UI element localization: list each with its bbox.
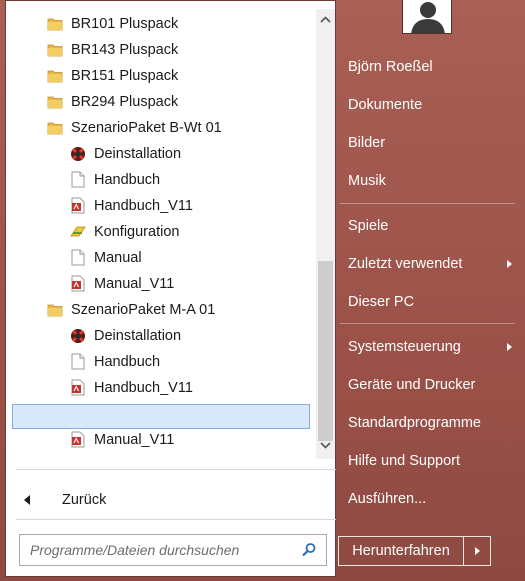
places-item[interactable]: Björn Roeßel — [348, 56, 433, 78]
divider — [340, 323, 515, 324]
program-item[interactable]: Handbuch — [69, 349, 160, 374]
program-item[interactable]: Deinstallation — [69, 323, 181, 348]
item-label: Handbuch — [94, 171, 161, 188]
item-label: SzenarioPaket B-Wt 01 — [71, 119, 222, 136]
program-item[interactable]: Handbuch_V11 — [69, 193, 193, 218]
item-label: BR143 Pluspack — [71, 41, 179, 58]
item-label: BR294 Pluspack — [71, 93, 179, 110]
folder-icon — [46, 67, 64, 85]
item-label: Deinstallation — [94, 327, 182, 344]
folder-item[interactable]: SzenarioPaket M-A 01 — [46, 297, 215, 322]
uninstall-icon — [69, 145, 87, 163]
background-window-ghost — [489, 60, 525, 520]
start-menu-programs-panel: BR101 Pluspack BR143 Pluspack BR151 Pluspa… — [5, 0, 336, 577]
scrollbar[interactable] — [316, 9, 335, 459]
folder-icon — [46, 41, 64, 59]
program-tree: BR101 Pluspack BR143 Pluspack BR151 Pluspa… — [11, 9, 311, 459]
search-input[interactable] — [28, 541, 292, 559]
places-item[interactable]: Standardprogramme — [348, 412, 481, 434]
document-icon — [69, 171, 87, 189]
places-item[interactable]: Dieser PC — [348, 291, 414, 313]
document-icon — [69, 249, 87, 267]
places-item[interactable]: Musik — [348, 170, 386, 192]
config-icon — [69, 223, 87, 241]
folder-item[interactable]: BR151 Pluspack — [46, 63, 178, 88]
shutdown-button[interactable]: Herunterfahren — [339, 537, 464, 565]
places-item[interactable]: Geräte und Drucker — [348, 374, 475, 396]
places-item[interactable]: Systemsteuerung — [348, 336, 461, 358]
pdf-icon — [69, 197, 87, 215]
back-button[interactable]: Zurück — [20, 489, 106, 511]
item-label: Manual_V11 — [94, 275, 175, 292]
user-avatar[interactable] — [402, 0, 452, 34]
back-arrow-icon — [24, 495, 30, 505]
pdf-icon — [69, 431, 87, 449]
program-item[interactable]: Deinstallation — [69, 141, 181, 166]
program-item[interactable]: Handbuch — [69, 167, 160, 192]
places-item[interactable]: Dokumente — [348, 94, 422, 116]
places-item[interactable]: Ausführen... — [348, 488, 426, 510]
folder-item[interactable]: SzenarioPaket B-Wt 01 — [46, 115, 222, 140]
program-item[interactable]: Manual_V11 — [69, 271, 174, 296]
program-item[interactable]: Manual — [69, 245, 142, 270]
chevron-right-icon — [507, 260, 512, 268]
folder-icon — [46, 15, 64, 33]
back-label: Zurück — [62, 492, 107, 508]
item-label: Deinstallation — [94, 145, 182, 162]
places-item[interactable]: Bilder — [348, 132, 385, 154]
search-box[interactable] — [19, 534, 327, 566]
item-label: Manual_V11 — [94, 431, 175, 448]
folder-icon — [46, 93, 64, 111]
folder-icon — [46, 301, 64, 319]
pdf-icon — [69, 379, 87, 397]
folder-icon — [46, 119, 64, 137]
places-item[interactable]: Spiele — [348, 215, 388, 237]
scrollbar-thumb[interactable] — [318, 261, 333, 441]
scroll-up-arrow-icon[interactable] — [316, 9, 335, 29]
document-icon — [69, 353, 87, 371]
divider — [16, 469, 336, 470]
item-label: BR151 Pluspack — [71, 67, 179, 84]
program-item[interactable]: Handbuch_V11 — [69, 375, 193, 400]
program-item[interactable]: Manual_V11 — [69, 427, 174, 452]
folder-item[interactable]: BR143 Pluspack — [46, 37, 178, 62]
places-item[interactable]: Hilfe und Support — [348, 450, 460, 472]
chevron-right-icon — [507, 343, 512, 351]
divider — [340, 203, 515, 204]
item-label: Manual — [94, 249, 142, 266]
chevron-right-icon — [474, 547, 480, 555]
item-label: Handbuch — [94, 353, 161, 370]
item-label: Handbuch_V11 — [94, 379, 193, 396]
program-item[interactable]: Konfiguration — [69, 219, 179, 244]
folder-item[interactable]: BR294 Pluspack — [46, 89, 178, 114]
item-label: Handbuch_V11 — [94, 197, 193, 214]
scroll-down-arrow-icon[interactable] — [316, 435, 335, 455]
item-label: BR101 Pluspack — [71, 15, 179, 32]
shutdown-button-group: Herunterfahren — [338, 536, 491, 566]
divider — [16, 519, 336, 520]
shutdown-options-button[interactable] — [464, 537, 490, 565]
uninstall-icon — [69, 327, 87, 345]
item-label: SzenarioPaket M-A 01 — [71, 301, 216, 318]
search-icon[interactable] — [301, 542, 317, 563]
item-label: Konfiguration — [94, 223, 180, 240]
folder-item[interactable]: BR101 Pluspack — [46, 11, 178, 36]
pdf-icon — [69, 275, 87, 293]
selection-highlight — [12, 404, 310, 429]
places-item[interactable]: Zuletzt verwendet — [348, 253, 462, 275]
